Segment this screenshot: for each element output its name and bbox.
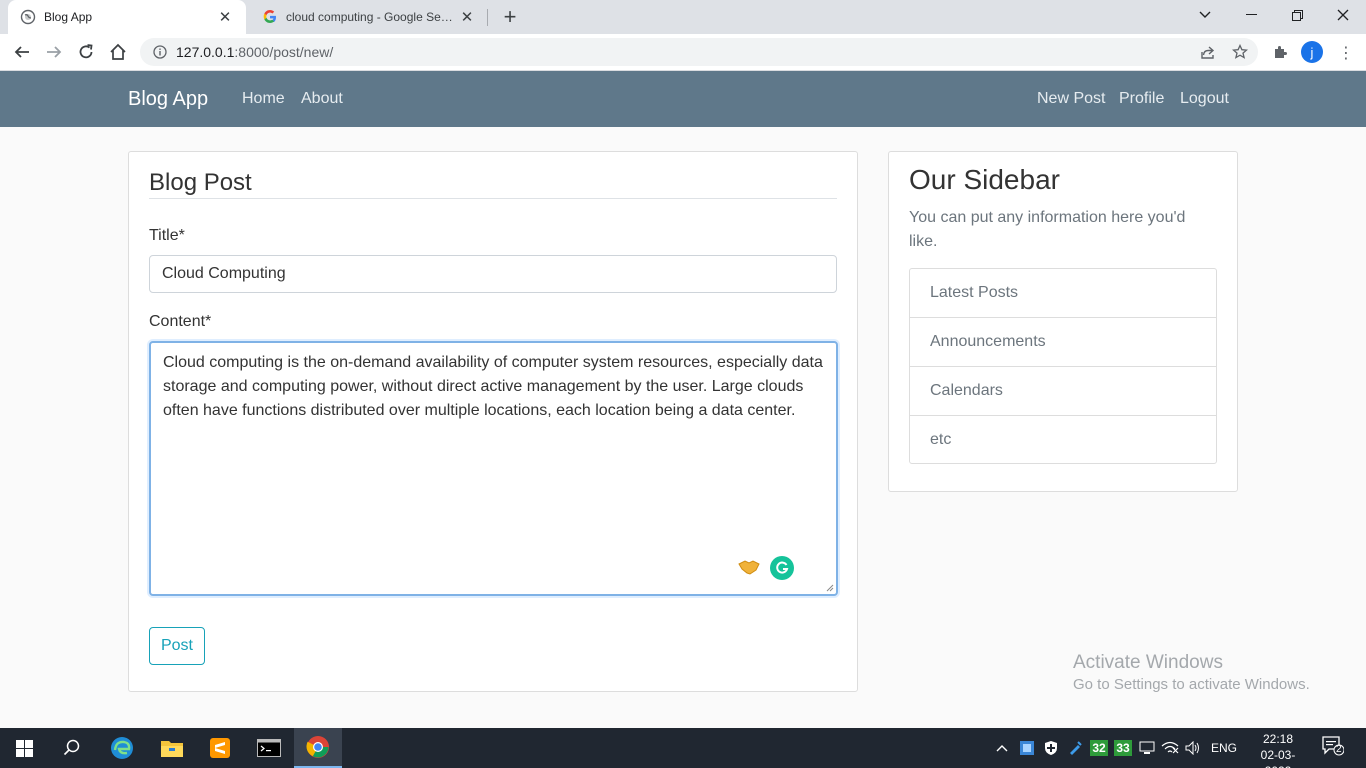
nav-link-new-post[interactable]: New Post <box>1037 90 1105 108</box>
post-submit-button[interactable]: Post <box>149 627 205 665</box>
search-icon[interactable] <box>48 728 96 768</box>
notification-count: 2 <box>1336 744 1342 755</box>
clock-date: 02-03-2022 <box>1260 748 1296 768</box>
windows-start-icon[interactable] <box>0 728 48 768</box>
sublime-text-icon[interactable] <box>196 728 244 768</box>
site-info-icon[interactable] <box>152 44 168 60</box>
volume-icon[interactable] <box>1184 728 1202 768</box>
resize-grip-icon[interactable] <box>826 584 834 592</box>
forward-icon[interactable] <box>40 38 68 66</box>
edge-icon[interactable] <box>98 728 146 768</box>
browser-tab-strip: Blog App ✕ cloud computing - Google Sear… <box>0 0 1366 34</box>
tray-overflow-chevron-icon[interactable] <box>994 728 1010 768</box>
navbar-brand[interactable]: Blog App <box>128 88 208 111</box>
sidebar-list: Latest Posts Announcements Calendars etc <box>909 268 1217 464</box>
back-icon[interactable] <box>8 38 36 66</box>
activation-watermark-title: Activate Windows <box>1073 652 1223 673</box>
sidebar-card: Our Sidebar You can put any information … <box>888 151 1238 492</box>
tray-badge-text: 32 <box>1090 740 1108 756</box>
tab-blog-app[interactable]: Blog App ✕ <box>8 0 246 34</box>
network-icon[interactable] <box>1138 728 1156 768</box>
browser-toolbar: 127.0.0.1:8000/post/new/ <box>0 34 1366 71</box>
tab-title: Blog App <box>44 10 93 24</box>
notification-center-icon[interactable]: 2 <box>1322 736 1348 760</box>
sidebar-item-etc[interactable]: etc <box>910 416 1216 463</box>
nav-link-logout[interactable]: Logout <box>1180 90 1229 108</box>
post-form-card: Blog Post Title* Cloud Computing Content… <box>128 151 858 692</box>
form-legend: Blog Post <box>149 169 252 196</box>
content-text: Cloud computing is the on-demand availab… <box>163 354 823 419</box>
nav-link-profile[interactable]: Profile <box>1119 90 1164 108</box>
tab-title: cloud computing - Google Search <box>286 10 458 24</box>
title-label: Title* <box>149 227 185 244</box>
content-textarea[interactable]: Cloud computing is the on-demand availab… <box>149 341 838 596</box>
security-shield-icon[interactable] <box>1042 728 1060 768</box>
tray-badge-text: 33 <box>1114 740 1132 756</box>
url-host: 127.0.0.1 <box>176 44 235 60</box>
close-tab-icon[interactable]: ✕ <box>216 8 234 26</box>
activation-watermark-subtitle: Go to Settings to activate Windows. <box>1073 676 1310 693</box>
file-explorer-icon[interactable] <box>148 728 196 768</box>
extensions-icon[interactable] <box>1269 41 1291 63</box>
minimize-icon[interactable] <box>1228 0 1274 30</box>
tray-badge-33[interactable]: 33 <box>1114 728 1132 768</box>
reload-icon[interactable] <box>72 38 100 66</box>
nav-link-home[interactable]: Home <box>242 90 285 108</box>
url-path: :8000/post/new/ <box>234 44 334 60</box>
content-label: Content* <box>149 313 212 330</box>
site-navbar: Blog App Home About New Post Profile Log… <box>0 71 1366 127</box>
globe-icon <box>20 9 36 25</box>
tab-separator <box>487 9 488 26</box>
sidebar-item-announcements[interactable]: Announcements <box>910 318 1216 367</box>
wifi-off-icon[interactable] <box>1160 728 1180 768</box>
handshake-icon[interactable] <box>737 558 761 578</box>
profile-avatar[interactable]: j <box>1301 41 1323 63</box>
grammarly-icon[interactable] <box>770 556 794 580</box>
bluetooth-pen-icon[interactable] <box>1066 728 1084 768</box>
home-icon[interactable] <box>104 38 132 66</box>
windows-taskbar: 32 33 ENG 22:18 02-03-2022 2 <box>0 728 1366 768</box>
language-indicator[interactable]: ENG <box>1208 728 1240 768</box>
close-window-icon[interactable] <box>1320 0 1366 30</box>
system-clock[interactable]: 22:18 02-03-2022 <box>1255 731 1301 768</box>
sidebar-item-calendars[interactable]: Calendars <box>910 367 1216 416</box>
tab-search-chevron-icon[interactable] <box>1182 0 1228 30</box>
menu-kebab-icon[interactable]: ⋮ <box>1336 42 1356 64</box>
chrome-icon[interactable] <box>294 728 342 768</box>
close-tab-icon[interactable]: ✕ <box>458 8 476 26</box>
title-input[interactable]: Cloud Computing <box>149 255 837 293</box>
bookmark-star-icon[interactable] <box>1229 41 1251 63</box>
clock-time: 22:18 <box>1262 732 1294 746</box>
tray-app-icon[interactable] <box>1018 728 1036 768</box>
address-bar[interactable]: 127.0.0.1:8000/post/new/ <box>140 38 1258 66</box>
terminal-icon[interactable] <box>245 728 293 768</box>
google-icon <box>262 9 278 25</box>
share-icon[interactable] <box>1197 41 1219 63</box>
tray-badge-32[interactable]: 32 <box>1090 728 1108 768</box>
tab-google-search[interactable]: cloud computing - Google Search ✕ <box>250 0 488 34</box>
nav-link-about[interactable]: About <box>301 90 343 108</box>
new-tab-icon[interactable]: + <box>497 4 523 30</box>
sidebar-heading: Our Sidebar <box>909 164 1060 195</box>
legend-divider <box>149 198 837 199</box>
sidebar-lead: You can put any information here you'd l… <box>909 209 1186 250</box>
sidebar-item-latest-posts[interactable]: Latest Posts <box>910 269 1216 318</box>
restore-icon[interactable] <box>1274 0 1320 30</box>
